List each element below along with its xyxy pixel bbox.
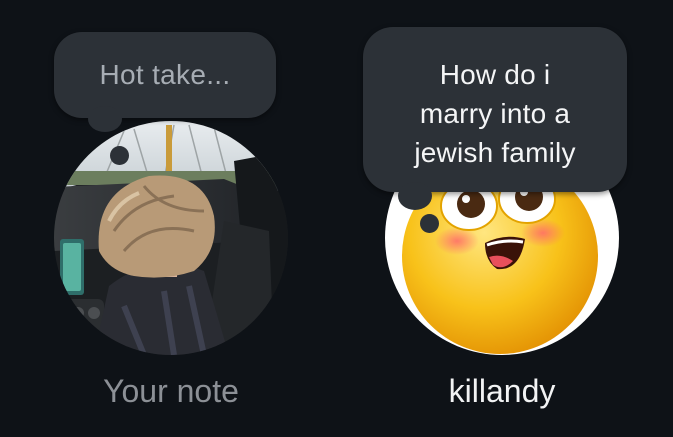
notes-tray: Hot take... Your note How do i marry int… — [0, 0, 673, 437]
note-bubble-self[interactable]: Hot take... — [54, 32, 276, 118]
avatar-self[interactable] — [54, 121, 288, 355]
note-label: killandy — [448, 373, 556, 409]
note-text: Hot take... — [99, 59, 231, 90]
bubble-tail-dot — [110, 146, 129, 165]
bubble-tail — [398, 182, 432, 210]
note-label: Your note — [103, 373, 239, 409]
bubble-tail-dot — [420, 214, 439, 233]
bubble-tail — [88, 106, 122, 132]
note-text: How do i marry into a jewish family — [414, 59, 576, 168]
car-photo-avatar — [54, 121, 288, 355]
note-bubble-friend[interactable]: How do i marry into a jewish family — [363, 27, 627, 192]
